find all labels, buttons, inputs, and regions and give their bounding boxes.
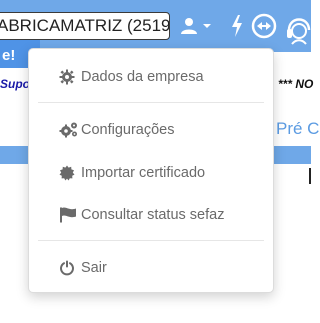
gears-icon xyxy=(59,121,79,139)
power-icon xyxy=(59,259,79,277)
text-cursor xyxy=(309,168,311,184)
menu-item-label: Importar certificado xyxy=(81,165,206,181)
pre-label[interactable]: Pré C xyxy=(276,119,319,139)
menu-item-consultar-status-sefaz[interactable]: Consultar status sefaz xyxy=(59,204,224,226)
menu-item-label: Consultar status sefaz xyxy=(81,207,225,223)
menu-divider xyxy=(38,240,264,241)
user-dropdown-menu: Dados da empresa Configurações Importar … xyxy=(28,48,274,293)
user-icon xyxy=(181,18,197,34)
notice-text: *** NO xyxy=(278,77,314,91)
building-icon xyxy=(59,68,79,86)
user-menu-toggle[interactable] xyxy=(180,13,214,39)
menu-item-sair[interactable]: Sair xyxy=(59,257,107,279)
menu-item-label: Configurações xyxy=(81,122,175,138)
alert-text: e! xyxy=(2,47,16,64)
menu-item-label: Sair xyxy=(81,260,107,276)
company-select[interactable]: ABRICAMATRIZ (2519) ⌄ xyxy=(0,12,170,40)
certificate-icon xyxy=(59,164,79,182)
menu-item-label: Dados da empresa xyxy=(81,69,204,85)
bolt-icon[interactable] xyxy=(229,13,245,39)
menu-item-importar-certificado[interactable]: Importar certificado xyxy=(59,162,205,184)
caret-down-icon xyxy=(203,24,211,28)
menu-divider xyxy=(38,102,264,103)
flag-icon xyxy=(59,206,79,224)
menu-item-configuracoes[interactable]: Configurações xyxy=(59,119,175,141)
sync-icon[interactable] xyxy=(250,12,278,40)
headset-icon[interactable] xyxy=(284,8,314,48)
menu-item-dados-empresa[interactable]: Dados da empresa xyxy=(59,66,204,88)
company-select-value: ABRICAMATRIZ (2519) xyxy=(0,16,170,35)
